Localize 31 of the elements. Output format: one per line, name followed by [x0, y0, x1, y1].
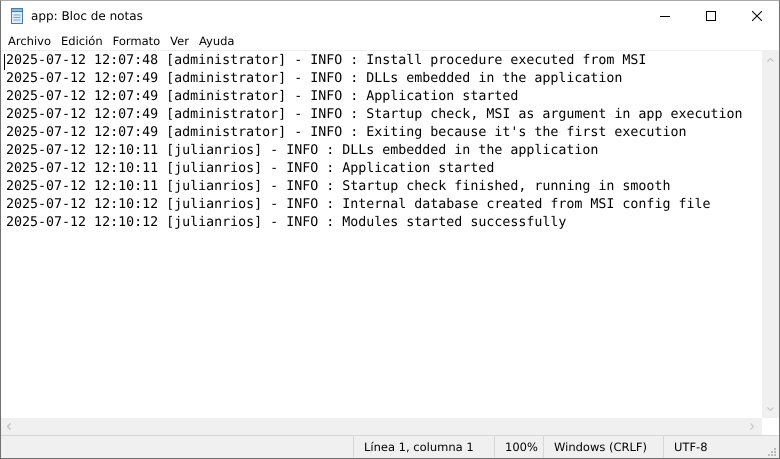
status-text: 100% — [505, 440, 538, 454]
log-line: 2025-07-12 12:07:49 [administrator] - INFO : Exiting because it's the first execution — [6, 124, 686, 142]
menu-item[interactable]: Ver — [165, 31, 194, 50]
vertical-scrollbar[interactable] — [762, 51, 779, 418]
maximize-icon — [706, 11, 716, 21]
menu-item[interactable]: Ayuda — [194, 31, 240, 50]
log-line: 2025-07-12 12:10:12 [julianrios] - INFO : Modules started successfully — [6, 214, 566, 232]
window-title: app: Bloc de notas — [31, 9, 143, 23]
scroll-right-icon — [750, 423, 754, 430]
menu-item[interactable]: Archivo — [3, 31, 56, 50]
log-line: 2025-07-12 12:07:49 [administrator] - INFO : DLLs embedded in the application — [6, 70, 622, 88]
notepad-icon — [9, 8, 25, 24]
scroll-up-icon — [767, 58, 774, 62]
status-text: Línea 1, columna 1 — [364, 440, 474, 454]
close-icon — [752, 11, 762, 21]
log-line: 2025-07-12 12:07:49 [administrator] - INFO : Application started — [6, 88, 518, 106]
menu-item[interactable]: Edición — [56, 31, 108, 50]
log-line: 2025-07-12 12:10:11 [julianrios] - INFO : DLLs embedded in the application — [6, 142, 598, 160]
log-line: 2025-07-12 12:10:11 [julianrios] - INFO : Application started — [6, 160, 494, 178]
log-line: 2025-07-12 12:07:49 [administrator] - INFO : Startup check, MSI as argument in app execution — [6, 106, 742, 124]
log-line: 2025-07-12 12:10:12 [julianrios] - INFO : Internal database created from MSI config file — [6, 196, 710, 214]
scroll-down-icon — [767, 407, 774, 411]
status-text: Windows (CRLF) — [554, 440, 648, 454]
status-text: UTF-8 — [674, 440, 708, 454]
text-cursor — [4, 54, 5, 70]
log-line: 2025-07-12 12:10:11 [julianrios] - INFO : Startup check finished, running in smooth — [6, 178, 670, 196]
log-line: 2025-07-12 12:07:48 [administrator] - INFO : Install procedure executed from MSI — [6, 52, 646, 70]
horizontal-scrollbar[interactable] — [1, 418, 762, 435]
menu-item[interactable]: Formato — [108, 31, 166, 50]
resize-grip-icon[interactable] — [768, 448, 776, 456]
scroll-left-icon — [7, 423, 11, 430]
